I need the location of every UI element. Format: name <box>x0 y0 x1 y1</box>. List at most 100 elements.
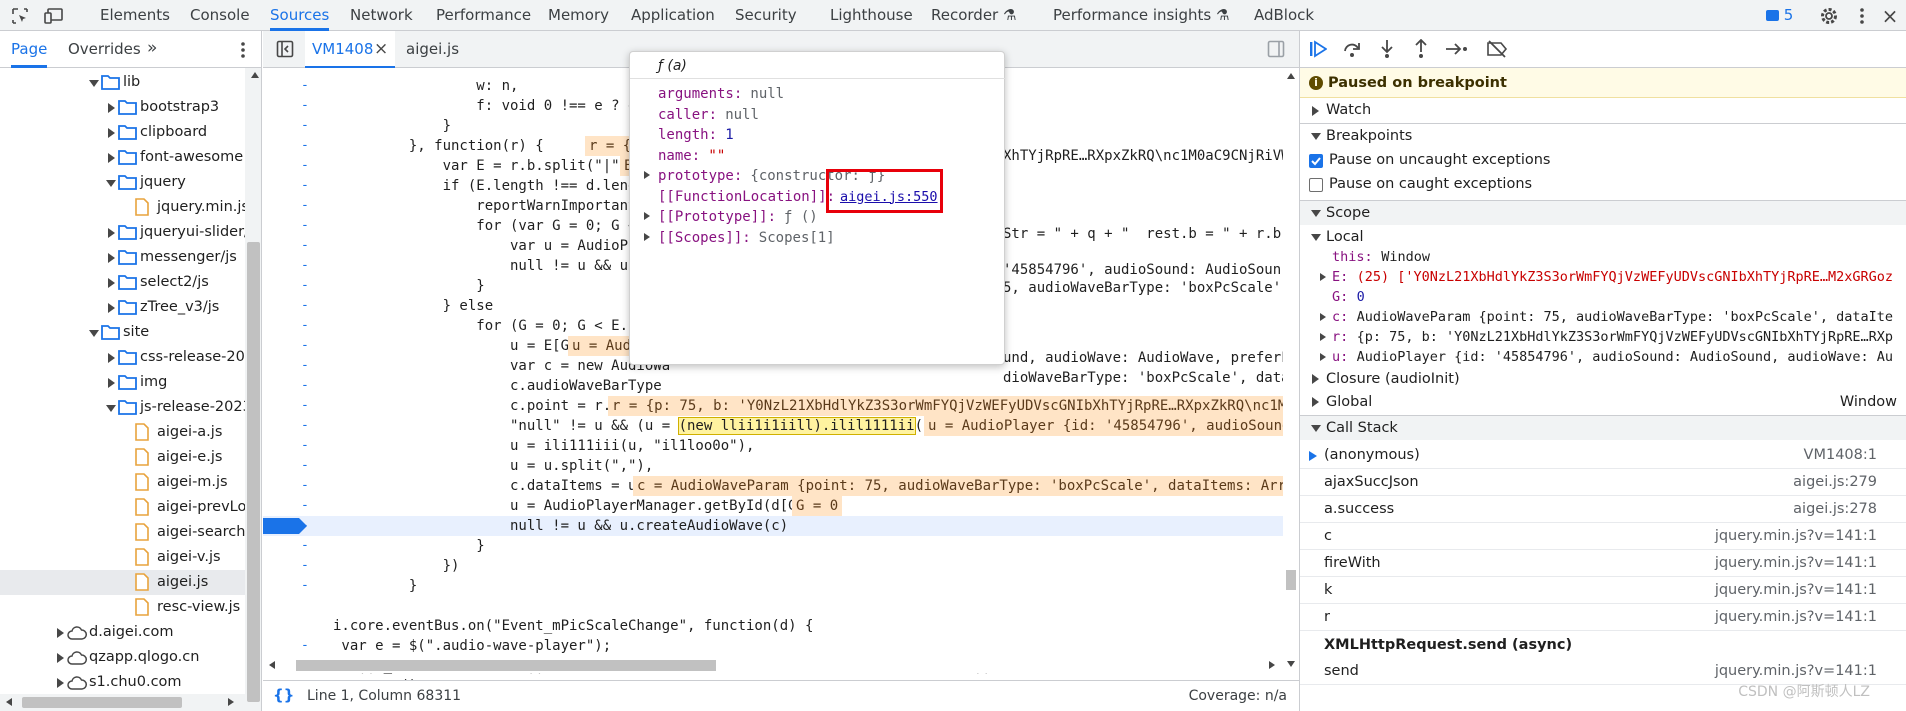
line-gutter-mark[interactable]: - <box>301 376 313 396</box>
callstack-frame[interactable]: k jquery.min.js?v=141:1 <box>1300 577 1906 604</box>
tab-security[interactable]: Security <box>735 0 797 31</box>
pretty-print-braces-icon[interactable]: {} <box>273 686 294 704</box>
scope-variable[interactable]: this: Window <box>1300 247 1906 267</box>
expand-triangle-icon[interactable] <box>108 228 115 238</box>
expand-triangle-icon[interactable] <box>644 212 650 220</box>
local-scope-header[interactable]: Local <box>1300 227 1906 247</box>
scroll-right-icon[interactable] <box>228 698 234 706</box>
collapse-triangle-icon[interactable] <box>106 180 116 187</box>
inspect-element-icon[interactable] <box>10 6 30 26</box>
pause-uncaught-checkbox[interactable] <box>1309 154 1323 168</box>
popover-property[interactable]: [[Scopes]]: Scopes[1] <box>630 228 1006 248</box>
navigator-hscroll-thumb[interactable] <box>22 697 182 708</box>
code-line[interactable]: - null != u && u.createAudioWave(c) <box>263 516 1283 536</box>
tab-lighthouse[interactable]: Lighthouse <box>830 0 913 31</box>
watch-section-header[interactable]: Watch <box>1300 98 1906 123</box>
line-gutter-mark[interactable]: - <box>301 556 313 576</box>
settings-gear-icon[interactable] <box>1818 5 1840 27</box>
tree-item[interactable]: aigei-v.js <box>0 545 245 570</box>
line-gutter-mark[interactable]: - <box>301 236 313 256</box>
tree-item[interactable]: aigei-prevLoadJs.j <box>0 495 261 520</box>
close-tab-icon[interactable]: × <box>374 31 388 68</box>
expand-triangle-icon[interactable] <box>108 353 115 363</box>
tree-item[interactable]: bootstrap3 <box>0 95 245 120</box>
code-line[interactable]: - u = ili111iii(u, "il1loo0o"), <box>263 436 1283 456</box>
step-into-icon[interactable] <box>1377 39 1397 59</box>
pause-uncaught-row[interactable]: Pause on uncaught exceptions <box>1300 148 1906 173</box>
tree-item[interactable]: qzapp.qlogo.cn <box>0 645 245 670</box>
tab-performance-insights[interactable]: Performance insights ⚗ <box>1053 0 1229 31</box>
editor-hscroll-thumb[interactable] <box>296 660 716 671</box>
expand-triangle-icon[interactable] <box>57 628 64 638</box>
line-gutter-mark[interactable]: - <box>301 76 313 96</box>
line-gutter-mark[interactable]: - <box>301 316 313 336</box>
navigator-tab-overrides[interactable]: Overrides <box>68 34 141 65</box>
tab-network[interactable]: Network <box>350 0 413 31</box>
tab-application[interactable]: Application <box>631 0 715 31</box>
line-gutter-mark[interactable]: - <box>301 196 313 216</box>
line-gutter-mark[interactable]: - <box>301 416 313 436</box>
popover-property[interactable]: prototype: {constructor: ƒ} <box>630 166 1006 186</box>
tree-item[interactable]: messenger/js <box>0 245 245 270</box>
line-gutter-mark[interactable]: - <box>301 216 313 236</box>
editor-tab-vm1408[interactable]: VM1408 × <box>305 31 395 68</box>
line-gutter-mark[interactable]: - <box>301 336 313 356</box>
navigator-hscrollbar[interactable] <box>0 694 245 711</box>
expand-triangle-icon[interactable] <box>57 653 64 663</box>
navigator-vscroll-thumb[interactable] <box>247 242 260 702</box>
popover-property[interactable]: length: 1 <box>630 125 1006 145</box>
scroll-down-icon[interactable] <box>1287 661 1295 667</box>
line-gutter-mark[interactable]: - <box>301 356 313 376</box>
step-over-icon[interactable] <box>1342 39 1362 59</box>
expand-triangle-icon[interactable] <box>57 678 64 688</box>
collapse-triangle-icon[interactable] <box>89 330 99 337</box>
expand-triangle-icon[interactable] <box>108 303 115 313</box>
tree-item[interactable]: js-release-20231107 <box>0 395 261 420</box>
tree-item[interactable]: css-release-2023110 <box>0 345 261 370</box>
code-line[interactable]: - var e = $(".audio-wave-player"); <box>263 636 1283 656</box>
pause-caught-row[interactable]: Pause on caught exceptions <box>1300 172 1906 197</box>
line-gutter-mark[interactable]: - <box>301 116 313 136</box>
step-out-icon[interactable] <box>1411 39 1431 59</box>
tree-item[interactable]: img <box>0 370 245 395</box>
tab-performance[interactable]: Performance <box>436 0 531 31</box>
expand-triangle-icon[interactable] <box>108 378 115 388</box>
tree-item[interactable]: site <box>0 320 245 345</box>
editor-tab-aigei-js[interactable]: aigei.js <box>406 31 459 68</box>
scope-variable[interactable]: r: {p: 75, b: 'Y0NzL21XbHdlYkZ3S3orWmFYQj… <box>1300 327 1906 347</box>
expand-triangle-icon[interactable] <box>108 103 115 113</box>
line-gutter-mark[interactable]: - <box>301 456 313 476</box>
tree-item[interactable]: lib <box>0 70 245 95</box>
tree-item[interactable]: aigei-m.js <box>0 470 245 495</box>
tree-item[interactable]: clipboard <box>0 120 245 145</box>
popover-property[interactable]: [[FunctionLocation]]: aigei.js:550 <box>630 187 1006 207</box>
popover-property[interactable]: [[Prototype]]: ƒ () <box>630 207 1006 227</box>
tree-item[interactable]: aigei.js <box>0 570 245 595</box>
scroll-left-icon[interactable] <box>6 698 12 706</box>
tab-elements[interactable]: Elements <box>100 0 170 31</box>
pause-caught-checkbox[interactable] <box>1309 178 1323 192</box>
scroll-up-icon[interactable] <box>1287 73 1295 79</box>
line-gutter-mark[interactable]: - <box>301 296 313 316</box>
callstack-frame[interactable]: (anonymous) VM1408:1 <box>1300 442 1906 469</box>
popover-property[interactable]: caller: null <box>630 105 1006 125</box>
tree-item[interactable]: s1.chu0.com <box>0 670 245 695</box>
tab-recorder[interactable]: Recorder ⚗ <box>931 0 1016 31</box>
line-gutter-mark[interactable]: - <box>301 436 313 456</box>
more-options-icon[interactable] <box>1855 5 1869 27</box>
scroll-up-icon[interactable] <box>251 72 259 78</box>
tree-item[interactable]: jqueryui-slider/css/r <box>0 220 261 245</box>
scroll-left-icon[interactable] <box>269 661 275 669</box>
breakpoints-section-header[interactable]: Breakpoints <box>1300 123 1906 148</box>
code-line[interactable]: - u = AudioPlayerManager.getById(d[G]); G… <box>263 496 1283 516</box>
callstack-section-header[interactable]: Call Stack <box>1300 415 1906 440</box>
global-scope-header[interactable]: Global Window <box>1300 392 1906 412</box>
code-line[interactable]: i.core.eventBus.on("Event_mPicScaleChang… <box>263 616 1283 636</box>
code-line[interactable]: - c.dataItems = u; c = AudioWaveParam {po… <box>263 476 1283 496</box>
coverage-status[interactable]: Coverage: n/a <box>1189 681 1287 711</box>
collapse-triangle-icon[interactable] <box>89 80 99 87</box>
expand-triangle-icon[interactable] <box>1320 313 1326 321</box>
scope-variable[interactable]: c: AudioWaveParam {point: 75, audioWaveBa… <box>1300 307 1906 327</box>
code-line[interactable]: - u = u.split(","), <box>263 456 1283 476</box>
navigator-tab-page[interactable]: Page <box>11 34 48 68</box>
